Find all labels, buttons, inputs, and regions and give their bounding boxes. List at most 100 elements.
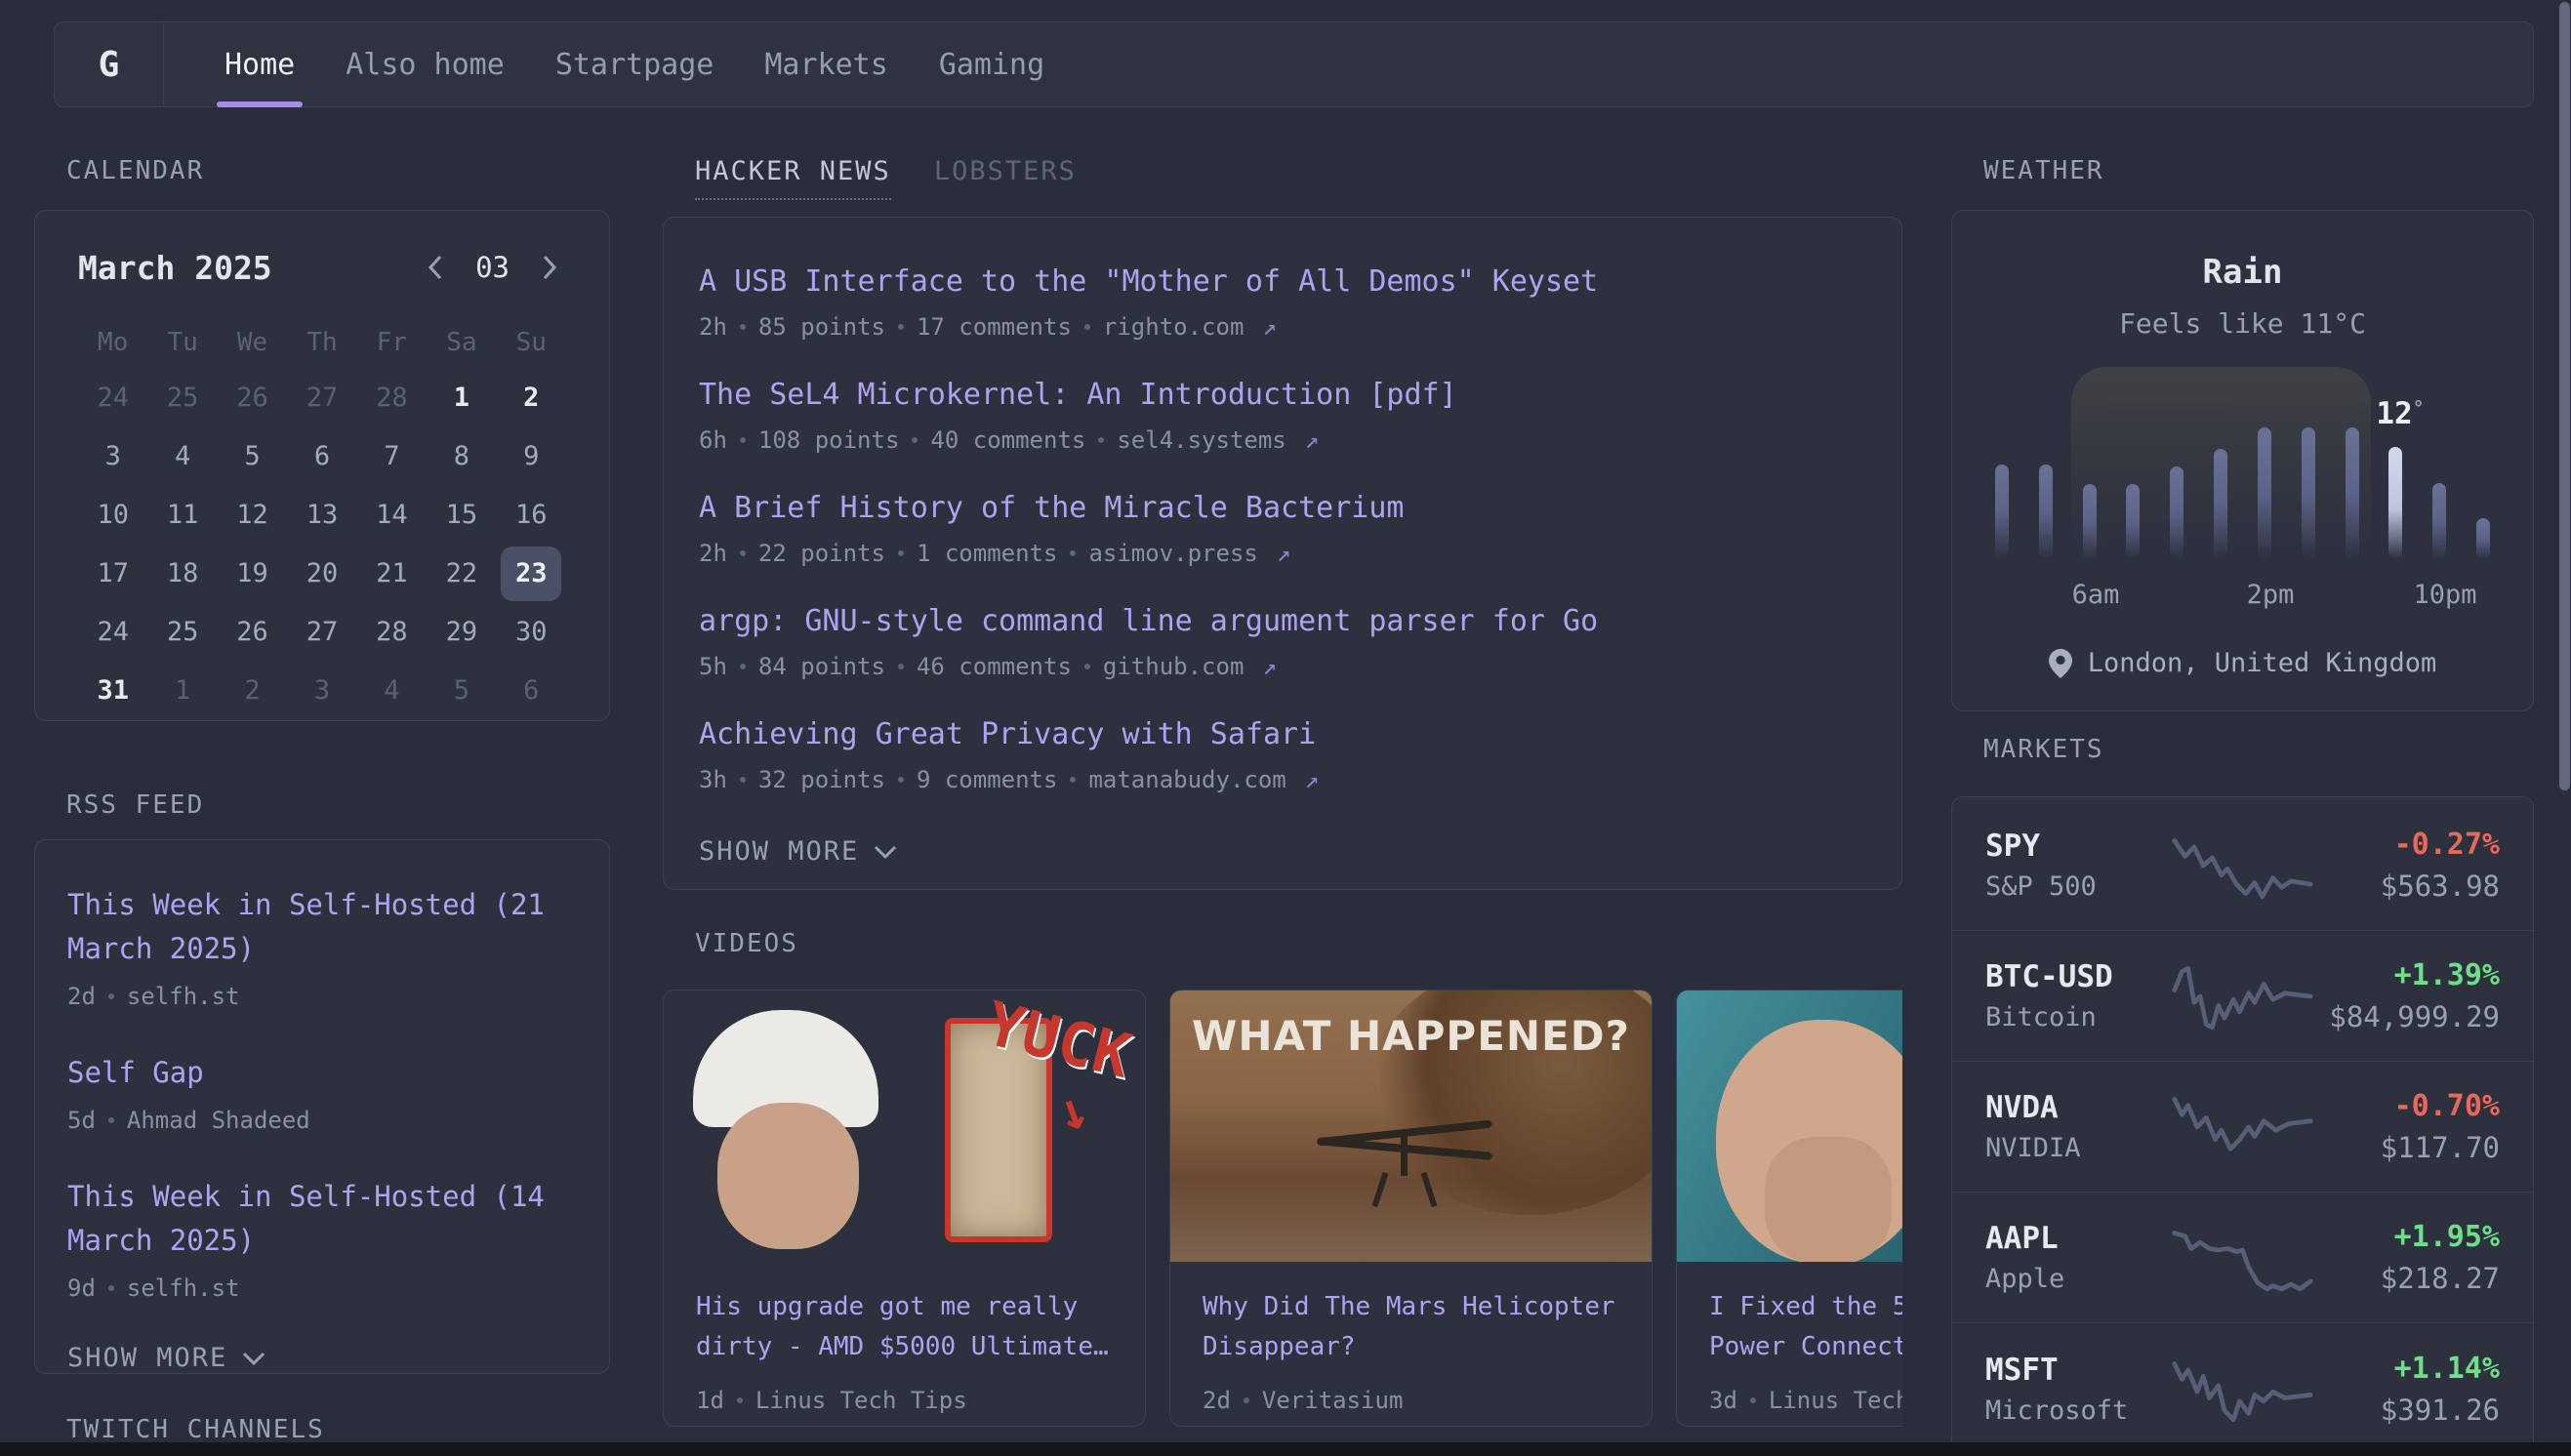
market-row-aapl[interactable]: AAPL Apple +1.95% $218.27 [1952, 1193, 2533, 1323]
time-axis-label: 2pm [2202, 580, 2339, 610]
dot-separator-icon [912, 437, 918, 443]
market-row-nvda[interactable]: NVDA NVIDIA -0.70% $117.70 [1952, 1062, 2533, 1193]
hn-item: A Brief History of the Miracle Bacterium… [699, 489, 1862, 567]
tab-lobsters[interactable]: LOBSTERS [934, 156, 1077, 200]
dot-separator-icon [740, 550, 746, 556]
dot-separator-icon [740, 777, 746, 783]
video-title[interactable]: His upgrade got me really dirty - AMD $5… [696, 1287, 1113, 1367]
markets-heading: MARKETS [1951, 735, 2534, 764]
hn-item-title[interactable]: The SeL4 Microkernel: An Introduction [p… [699, 376, 1862, 415]
weather-heading: WEATHER [1951, 156, 2534, 185]
hn-item-title[interactable]: A USB Interface to the "Mother of All De… [699, 263, 1862, 302]
weather-feels-like: Feels like 11°C [1952, 307, 2533, 340]
rss-show-more-button[interactable]: SHOW MORE [67, 1343, 577, 1373]
external-link-icon: ↗ [1305, 426, 1319, 454]
twitch-heading: TWITCH CHANNELS [34, 1415, 610, 1444]
hn-item-points: 32 points [758, 766, 885, 793]
weekday-label: Fr [357, 328, 427, 357]
dot-separator-icon [108, 993, 114, 999]
calendar-day: 25 [152, 371, 213, 425]
video-title[interactable]: I Fixed the 5090's Melting Power Connect… [1709, 1287, 1902, 1367]
page-scrollbar[interactable] [2559, 2, 2570, 790]
hn-item-domain: matanabudy.com [1088, 766, 1286, 793]
hn-item-domain: sel4.systems [1117, 426, 1286, 454]
calendar-day: 5 [223, 429, 283, 484]
hn-item-domain: righto.com [1103, 313, 1245, 341]
calendar-day: 14 [361, 488, 422, 543]
calendar-day: 6 [501, 664, 561, 718]
nav-item-gaming[interactable]: Gaming [939, 22, 1044, 106]
external-link-icon: ↗ [1262, 653, 1276, 680]
weekday-label: Th [287, 328, 356, 357]
rss-item-title[interactable]: This Week in Self-Hosted (21 March 2025) [67, 883, 577, 971]
bottom-edge-strip [0, 1442, 2571, 1456]
video-thumbnail[interactable]: WHAT HAPPENED? [1170, 991, 1652, 1262]
rss-item-title[interactable]: Self Gap [67, 1051, 577, 1095]
hn-item-title[interactable]: Achieving Great Privacy with Safari [699, 715, 1862, 754]
weekday-label: Sa [427, 328, 496, 357]
video-card[interactable]: YUCK ↓ His upgrade got me really dirty -… [663, 990, 1146, 1427]
video-card[interactable]: WHAT HAPPENED? Why Did The Mars Helicopt… [1169, 990, 1653, 1427]
calendar-next-button[interactable] [533, 251, 566, 284]
weather-bar [2039, 465, 2053, 559]
market-change: -0.27% [2318, 828, 2500, 862]
calendar-day: 8 [431, 429, 492, 484]
hn-item-comments[interactable]: 9 comments [917, 766, 1058, 793]
calendar-day: 13 [292, 488, 352, 543]
hn-item-title[interactable]: A Brief History of the Miracle Bacterium [699, 489, 1862, 528]
hn-item-comments[interactable]: 1 comments [917, 540, 1058, 567]
video-card[interactable]: DO TH T I Fixed the 5090's Melting Power… [1676, 990, 1902, 1427]
nav-item-markets[interactable]: Markets [764, 22, 887, 106]
market-row-msft[interactable]: MSFT Microsoft +1.14% $391.26 [1952, 1323, 2533, 1454]
hn-item-title[interactable]: argp: GNU-style command line argument pa… [699, 602, 1862, 641]
sparkline-chart [2167, 1355, 2318, 1423]
hn-show-more-button[interactable]: SHOW MORE [699, 836, 1862, 867]
calendar-weekday-row: MoTuWeThFrSaSu [78, 328, 566, 357]
dot-separator-icon [737, 1397, 743, 1403]
weather-bar [2126, 484, 2140, 559]
dot-separator-icon [740, 437, 746, 443]
dot-separator-icon [1084, 324, 1090, 330]
video-thumbnail[interactable]: YUCK ↓ [664, 991, 1145, 1262]
calendar-day: 2 [223, 664, 283, 718]
market-symbol: NVDA [1985, 1090, 2167, 1125]
dot-separator-icon [898, 324, 904, 330]
market-row-spy[interactable]: SPY S&P 500 -0.27% $563.98 [1952, 800, 2533, 931]
calendar-day: 4 [152, 429, 213, 484]
calendar-day: 11 [152, 488, 213, 543]
calendar-day: 3 [292, 664, 352, 718]
weather-bar [1995, 465, 2009, 559]
calendar-prev-button[interactable] [419, 251, 452, 284]
rss-item-title[interactable]: This Week in Self-Hosted (14 March 2025) [67, 1175, 577, 1263]
hn-item-points: 85 points [758, 313, 885, 341]
hn-item-comments[interactable]: 40 comments [930, 426, 1085, 454]
nav-item-home[interactable]: Home [224, 22, 295, 106]
nav-item-also-home[interactable]: Also home [346, 22, 505, 106]
market-row-btc-usd[interactable]: BTC-USD Bitcoin +1.39% $84,999.29 [1952, 931, 2533, 1062]
right-column: WEATHER Rain Feels like 11°C 12° 6am 2pm… [1951, 156, 2534, 1456]
calendar-day: 1 [152, 664, 213, 718]
hn-item: A USB Interface to the "Mother of All De… [699, 263, 1862, 341]
calendar-day: 16 [501, 488, 561, 543]
market-symbol: AAPL [1985, 1221, 2167, 1256]
calendar-day: 2 [501, 371, 561, 425]
video-thumbnail[interactable]: DO TH T [1677, 991, 1902, 1262]
calendar-day: 6 [292, 429, 352, 484]
dot-separator-icon [108, 1117, 114, 1123]
video-time: 2d [1203, 1387, 1231, 1414]
degree-symbol: ° [2413, 396, 2425, 420]
calendar-day: 5 [431, 664, 492, 718]
location-pin-icon [2049, 649, 2072, 678]
nav-item-startpage[interactable]: Startpage [555, 22, 714, 106]
hn-item-comments[interactable]: 46 comments [917, 653, 1072, 680]
hn-item-comments[interactable]: 17 comments [917, 313, 1072, 341]
market-change: +1.95% [2318, 1220, 2500, 1254]
dot-separator-icon [1070, 777, 1076, 783]
market-name: S&P 500 [1985, 871, 2167, 902]
news-tabs: HACKER NEWS LOBSTERS [663, 156, 1902, 200]
hn-item: Achieving Great Privacy with Safari 3h 3… [699, 715, 1862, 793]
tab-hacker-news[interactable]: HACKER NEWS [695, 156, 891, 200]
chevron-down-icon [873, 844, 898, 860]
video-title[interactable]: Why Did The Mars Helicopter Disappear? [1203, 1287, 1619, 1367]
calendar-day: 25 [152, 605, 213, 660]
